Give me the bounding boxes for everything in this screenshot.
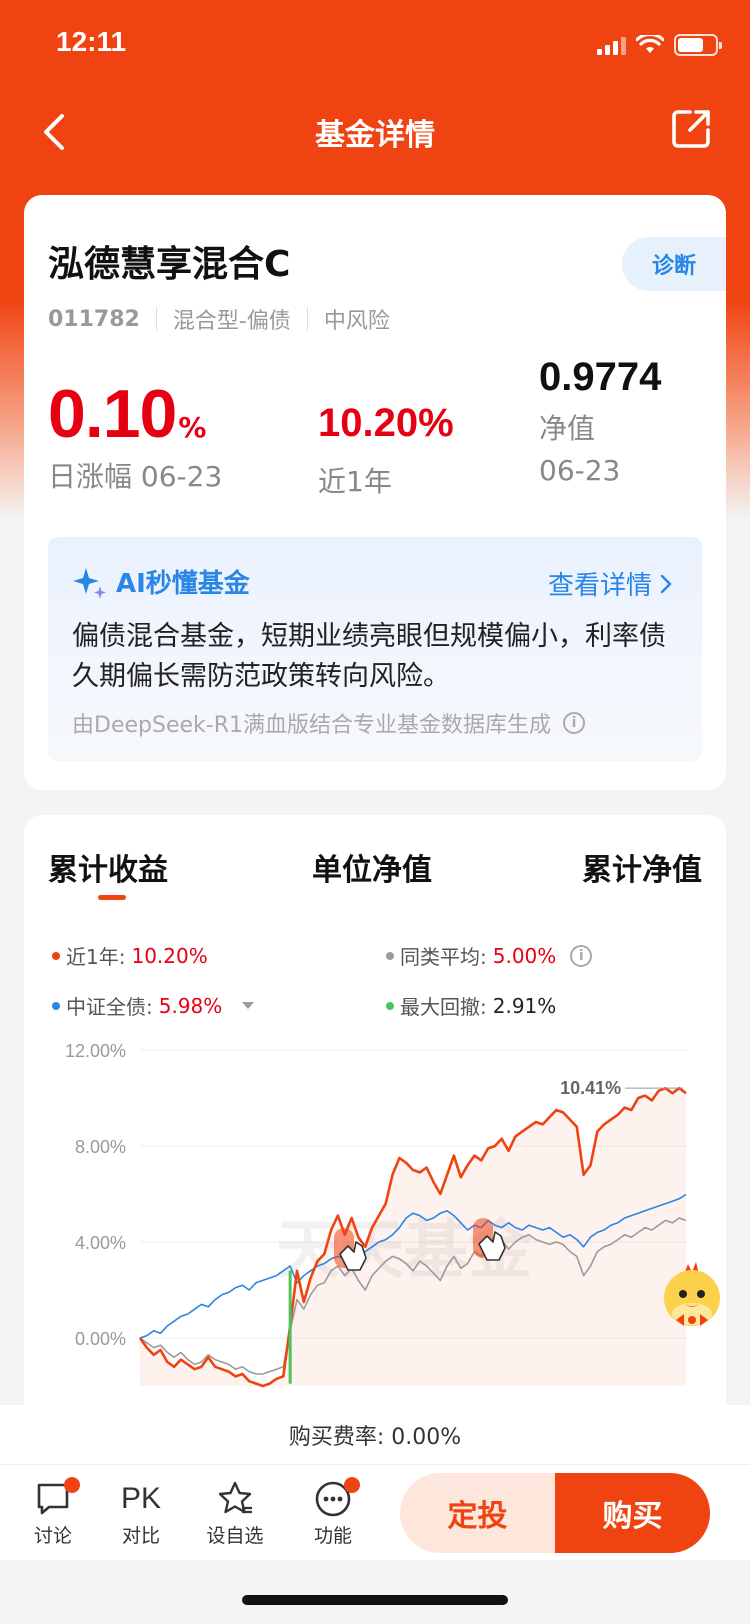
daily-change-unit: %: [178, 411, 207, 444]
peak-label: 10.41%: [560, 1078, 621, 1098]
ai-title-text: AI秒懂基金: [116, 569, 250, 599]
ai-summary-text: 偏债混合基金，短期业绩亮眼但规模偏小，利率债久期偏长需防范政策转向风险。: [72, 621, 666, 692]
discuss-button[interactable]: 讨论: [18, 1477, 88, 1548]
ai-footer-text: 由DeepSeek-R1满血版结合专业基金数据库生成: [72, 713, 551, 738]
divider: [306, 307, 308, 331]
status-bar: 12:11: [0, 0, 750, 92]
status-time: 12:11: [56, 26, 127, 57]
legend-value: 2.91%: [492, 993, 557, 1018]
status-icons: [597, 34, 722, 56]
fund-meta: 011782 混合型-偏债 中风险: [48, 303, 390, 335]
fund-code: 011782: [48, 306, 140, 332]
legend-dot: [52, 951, 60, 960]
legend-dot: [386, 1001, 394, 1010]
legend-fund: 近1年: 10.20%: [52, 941, 208, 970]
series-area: [140, 1088, 686, 1386]
nav-value: 0.9774: [539, 355, 662, 399]
discuss-label: 讨论: [33, 1525, 72, 1547]
bottom-toolbar: 讨论 PK 对比 设自选 功能 定投 购买: [0, 1465, 750, 1560]
compare-button[interactable]: PK 对比: [106, 1477, 176, 1548]
divider: [155, 307, 157, 331]
pk-icon: PK: [120, 1482, 162, 1515]
fund-name: 泓德慧享混合C: [48, 244, 291, 285]
fund-type: 混合型-偏债: [172, 309, 291, 334]
tab-accumulated-nav[interactable]: 累计净值: [582, 845, 702, 889]
chart-card: 累计收益 单位净值 累计净值 近1年: 10.20% 同类平均: 5.00% i…: [24, 815, 726, 1435]
nav-date: 06-23: [539, 454, 621, 487]
wifi-icon: [636, 35, 664, 53]
legend-label: 最大回撤:: [400, 995, 487, 1019]
year-return-value: 10.20%: [318, 401, 454, 445]
year-return-label: 近1年: [318, 465, 392, 498]
notification-badge: [64, 1477, 80, 1493]
compare-label: 对比: [121, 1525, 160, 1547]
add-watchlist-label: 设自选: [206, 1525, 264, 1547]
action-buttons: 定投 购买: [400, 1473, 710, 1553]
diagnose-button[interactable]: 诊断: [622, 237, 726, 291]
sparkle-icon: [73, 567, 106, 599]
ai-more-link[interactable]: 查看详情: [548, 565, 672, 602]
star-icon: [218, 1481, 252, 1514]
legend-value: 10.20%: [131, 943, 208, 968]
legend-label: 中证全债:: [66, 995, 153, 1019]
legend-category-avg: 同类平均: 5.00% i: [386, 941, 593, 970]
legend-dot: [52, 1001, 60, 1010]
signal-icon: [597, 35, 626, 55]
mascot-icon[interactable]: [654, 1258, 730, 1334]
legend-value: 5.98%: [158, 993, 223, 1018]
buy-button[interactable]: 购买: [555, 1473, 710, 1553]
battery-icon: [674, 34, 722, 56]
info-icon[interactable]: i: [562, 712, 585, 734]
tab-indicator: [98, 895, 126, 900]
purchase-fee-text: 购买费率: 0.00%: [288, 1424, 462, 1450]
nav-stat: 0.9774 净值 06-23: [539, 355, 661, 492]
return-chart[interactable]: 12.00%8.00%4.00%0.00%天天基金10.41%-1.23%: [24, 1040, 726, 1435]
purchase-fee-bar: 购买费率: 0.00%: [0, 1405, 750, 1465]
fund-summary-card: 泓德慧享混合C 诊断 011782 混合型-偏债 中风险 0.10% 日涨幅 0…: [24, 195, 726, 790]
legend-value: 5.00%: [492, 943, 557, 968]
nav-bar: 基金详情: [0, 96, 750, 166]
legend-benchmark[interactable]: 中证全债: 5.98%: [52, 991, 255, 1020]
home-indicator: [242, 1595, 508, 1605]
ai-summary-box: AI秒懂基金 查看详情 偏债混合基金，短期业绩亮眼但规模偏小，利率债久期偏长需防…: [48, 537, 702, 761]
more-functions-label: 功能: [313, 1525, 352, 1547]
legend-label: 同类平均:: [400, 945, 487, 969]
page-title: 基金详情: [315, 118, 435, 153]
chart-area[interactable]: 12.00%8.00%4.00%0.00%天天基金10.41%-1.23%: [24, 1040, 726, 1435]
share-icon[interactable]: [668, 106, 714, 152]
legend-label: 近1年:: [66, 945, 126, 969]
nav-label: 净值: [539, 412, 596, 445]
y-tick-label: 8.00%: [75, 1137, 126, 1157]
tab-unit-nav[interactable]: 单位净值: [312, 845, 432, 889]
chart-tabs: 累计收益 单位净值 累计净值: [24, 845, 726, 915]
legend-max-drawdown: 最大回撤: 2.91%: [386, 991, 556, 1020]
ai-title: AI秒懂基金: [72, 563, 250, 600]
more-functions-button[interactable]: 功能: [298, 1477, 368, 1548]
ai-footer: 由DeepSeek-R1满血版结合专业基金数据库生成 i: [72, 707, 585, 739]
y-tick-label: 0.00%: [75, 1329, 126, 1349]
notification-badge: [344, 1477, 360, 1493]
legend-dot: [386, 951, 394, 960]
chevron-right-icon: [660, 574, 672, 593]
add-watchlist-button[interactable]: 设自选: [200, 1477, 270, 1548]
caret-down-icon: [242, 1002, 255, 1009]
chart-legend: 近1年: 10.20% 同类平均: 5.00% i 中证全债: 5.98% 最大…: [48, 941, 708, 1031]
y-tick-label: 4.00%: [75, 1233, 126, 1253]
tab-cumulative-return[interactable]: 累计收益: [48, 845, 168, 889]
daily-change-label: 日涨幅 06-23: [48, 460, 223, 493]
ai-more-label: 查看详情: [547, 571, 652, 601]
auto-invest-button[interactable]: 定投: [400, 1473, 555, 1553]
fund-risk: 中风险: [323, 309, 390, 334]
y-tick-label: 12.00%: [65, 1041, 126, 1061]
daily-change-value: 0.10: [48, 376, 177, 452]
year-return-stat: 10.20% 近1年: [318, 401, 454, 500]
daily-change-stat: 0.10% 日涨幅 06-23: [48, 375, 222, 495]
info-icon[interactable]: i: [570, 944, 593, 967]
